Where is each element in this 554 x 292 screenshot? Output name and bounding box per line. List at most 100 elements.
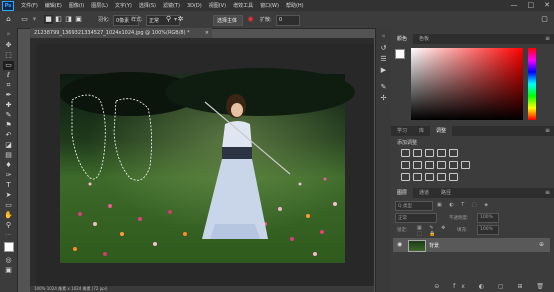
color-balance-adjustment-icon[interactable]: [413, 161, 422, 169]
eyedropper-tool-icon[interactable]: ✒: [3, 91, 14, 100]
subtract-selection-icon[interactable]: ◨: [64, 15, 73, 24]
pen-tool-icon[interactable]: ✑: [3, 171, 14, 180]
new-selection-icon[interactable]: ■: [44, 15, 53, 24]
clone-stamp-icon[interactable]: ⚑: [3, 121, 14, 130]
fill-input[interactable]: 100%: [477, 225, 499, 235]
style-select[interactable]: 正常 ▾: [146, 15, 180, 26]
layer-actions-bar[interactable]: ⊝ fx ◐ ▢ ⊞ 🗑: [391, 283, 554, 292]
intersect-selection-icon[interactable]: ▣: [74, 15, 83, 24]
color-foreground-swatch[interactable]: [395, 49, 405, 59]
screen-mode-icon[interactable]: ▣: [3, 266, 14, 275]
maximize-button[interactable]: □: [528, 1, 535, 10]
more-tools-icon[interactable]: ···: [3, 231, 14, 240]
tab-channels[interactable]: 通道: [413, 188, 435, 198]
hand-tool-icon[interactable]: ✋: [3, 211, 14, 220]
brush-tool-icon[interactable]: ✎: [3, 111, 14, 120]
menu-image[interactable]: 图像(I): [69, 2, 84, 9]
quick-mask-icon[interactable]: ◉: [246, 15, 255, 24]
layer-row[interactable]: ◉ 背景 ⊕: [393, 238, 550, 252]
quick-mask-mode-icon[interactable]: ◎: [3, 256, 14, 265]
marquee-preset-icon[interactable]: ▭: [20, 15, 29, 24]
healing-brush-icon[interactable]: ✚: [3, 101, 14, 110]
dock-collapse-icon[interactable]: «: [379, 32, 388, 41]
tab-adjustments[interactable]: 调整: [430, 126, 453, 136]
panel-menu-icon[interactable]: ≡: [545, 126, 550, 136]
properties-icon[interactable]: ☰: [379, 55, 388, 64]
eye-icon[interactable]: ◉: [397, 241, 402, 248]
panel-menu-icon[interactable]: ≡: [545, 34, 550, 44]
gradient-map-adjustment-icon[interactable]: [437, 173, 446, 181]
add-selection-icon[interactable]: ◧: [54, 15, 63, 24]
tab-swatches[interactable]: 色板: [413, 34, 435, 44]
blur-tool-icon[interactable]: ♦: [3, 161, 14, 170]
menu-3d[interactable]: 3D(D): [187, 3, 202, 9]
rectangle-tool-icon[interactable]: ▭: [3, 201, 14, 210]
pin-icon[interactable]: ⚲: [164, 15, 173, 24]
hue-saturation-adjustment-icon[interactable]: [401, 161, 410, 169]
close-document-icon[interactable]: ×: [205, 28, 209, 38]
select-subject-button[interactable]: 选择主体: [213, 15, 243, 26]
zoom-tool-icon[interactable]: ⚲: [3, 221, 14, 230]
menu-window[interactable]: 窗口(W): [260, 2, 279, 9]
tab-layers[interactable]: 图层: [391, 188, 414, 198]
tab-learn[interactable]: 学习: [391, 126, 413, 136]
menu-edit[interactable]: 编辑(E): [45, 2, 62, 9]
brightness-adjustment-icon[interactable]: [401, 149, 410, 157]
workspace-icon[interactable]: ▢: [540, 15, 549, 24]
gear-icon[interactable]: ✲: [176, 15, 185, 24]
posterize-adjustment-icon[interactable]: [413, 173, 422, 181]
levels-adjustment-icon[interactable]: [413, 149, 422, 157]
preset-chevron-icon[interactable]: ▾: [30, 15, 39, 24]
tab-paths[interactable]: 路径: [435, 188, 457, 198]
threshold-adjustment-icon[interactable]: [425, 173, 434, 181]
tab-color[interactable]: 颜色: [391, 34, 414, 44]
lock-icons[interactable]: ▦ ✎ ✥ ⬚ 🔒: [417, 225, 457, 237]
menu-select[interactable]: 选择(S): [139, 2, 156, 9]
selective-color-adjustment-icon[interactable]: [449, 173, 458, 181]
clone-source-icon[interactable]: ✢: [379, 94, 388, 103]
opacity-input[interactable]: 100%: [477, 213, 499, 223]
foreground-color-swatch[interactable]: [4, 242, 14, 252]
color-picker-field[interactable]: [411, 48, 523, 120]
menu-type[interactable]: 文字(Y): [115, 2, 132, 9]
type-tool-icon[interactable]: T: [3, 181, 14, 190]
eraser-tool-icon[interactable]: ◪: [3, 141, 14, 150]
layer-filter-icons[interactable]: ▣ ◐ T ⬚ ◈: [437, 202, 493, 210]
menu-layer[interactable]: 图层(L): [91, 2, 108, 9]
minimize-button[interactable]: —: [511, 1, 518, 10]
history-brush-icon[interactable]: ↶: [3, 131, 14, 140]
menu-help[interactable]: 帮助(H): [286, 2, 304, 9]
exposure-adjustment-icon[interactable]: [437, 149, 446, 157]
toolbar-collapse-icon[interactable]: »: [3, 30, 14, 39]
hue-slider[interactable]: [528, 48, 536, 120]
path-selection-icon[interactable]: ➤: [3, 191, 14, 200]
brush-settings-icon[interactable]: ✎: [379, 83, 388, 92]
vibrance-adjustment-icon[interactable]: [449, 149, 458, 157]
history-icon[interactable]: ↺: [379, 44, 388, 53]
menu-plugins[interactable]: 增效工具: [233, 2, 253, 9]
marquee-tool-icon[interactable]: ▭: [3, 61, 14, 70]
crop-tool-icon[interactable]: ⌗: [3, 81, 14, 90]
expand-input[interactable]: 0: [276, 15, 300, 26]
menu-view[interactable]: 视图(V): [209, 2, 226, 9]
gradient-tool-icon[interactable]: ▤: [3, 151, 14, 160]
blend-mode-select[interactable]: 正常: [395, 213, 437, 223]
artboard-tool-icon[interactable]: ⬚: [3, 51, 14, 60]
actions-icon[interactable]: ▶: [379, 66, 388, 75]
menu-filter[interactable]: 滤镜(T): [163, 2, 180, 9]
photo-filter-adjustment-icon[interactable]: [437, 161, 446, 169]
channel-mixer-adjustment-icon[interactable]: [449, 161, 458, 169]
move-tool-icon[interactable]: ✥: [3, 41, 14, 50]
tab-libraries[interactable]: 库: [413, 126, 430, 136]
document-image[interactable]: [36, 44, 374, 288]
document-tab[interactable]: 21238799_1369321334527_1024x1024.jpg @ 1…: [30, 28, 212, 38]
menu-file[interactable]: 文件(F): [21, 2, 38, 9]
home-icon[interactable]: ⌂: [4, 15, 13, 24]
invert-adjustment-icon[interactable]: [401, 173, 410, 181]
panel-menu-icon[interactable]: ≡: [545, 188, 550, 198]
black-white-adjustment-icon[interactable]: [425, 161, 434, 169]
close-window-button[interactable]: ✕: [544, 1, 550, 10]
color-lookup-adjustment-icon[interactable]: [461, 161, 470, 169]
curves-adjustment-icon[interactable]: [425, 149, 434, 157]
canvas-area[interactable]: [36, 44, 374, 288]
